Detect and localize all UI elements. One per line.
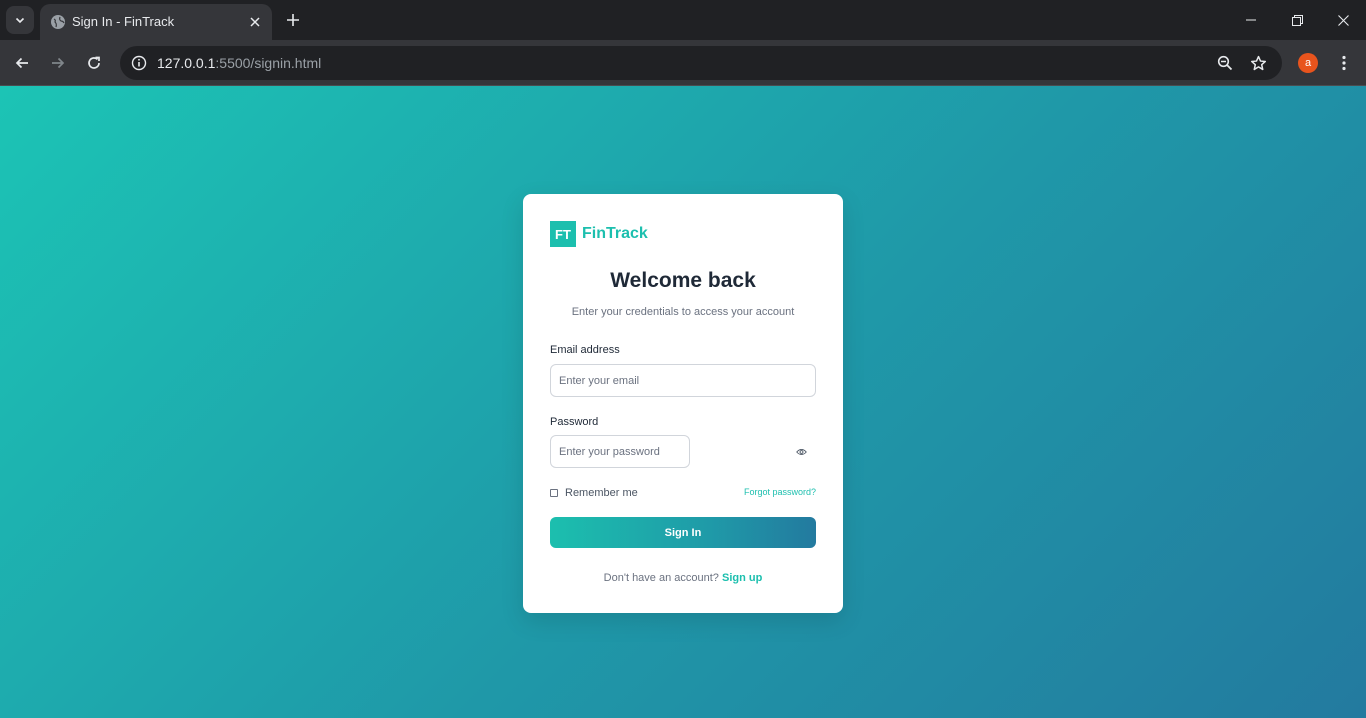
zoom-button[interactable] [1213, 51, 1237, 75]
chevron-down-icon [15, 17, 25, 24]
kebab-menu-icon [1342, 55, 1346, 71]
restore-icon [1291, 14, 1303, 26]
bookmark-button[interactable] [1246, 51, 1270, 75]
email-input[interactable] [550, 364, 816, 397]
remember-checkbox[interactable] [550, 489, 558, 497]
browser-toolbar: 127.0.0.1:5500/signin.html a [0, 40, 1366, 86]
page-title: Welcome back [610, 269, 756, 292]
address-bar[interactable]: 127.0.0.1:5500/signin.html [120, 46, 1282, 80]
forward-button[interactable] [43, 48, 73, 78]
site-info-button[interactable] [126, 50, 152, 76]
remember-me[interactable]: Remember me [550, 487, 638, 499]
browser-menu-button[interactable] [1332, 51, 1356, 75]
window-minimize-button[interactable] [1228, 0, 1274, 40]
close-icon [250, 17, 260, 27]
tab-search-button[interactable] [6, 6, 34, 34]
reload-icon [88, 56, 100, 69]
new-tab-button[interactable] [282, 9, 304, 31]
tab-title: Sign In - FinTrack [72, 14, 175, 29]
back-button[interactable] [7, 48, 37, 78]
minimize-icon [1246, 19, 1256, 21]
eye-icon [795, 448, 807, 456]
sign-in-button[interactable]: Sign In [550, 517, 816, 548]
signin-card: FT FinTrack Welcome back Enter your cred… [523, 194, 843, 613]
forgot-password-link[interactable]: Forgot password? [744, 487, 816, 497]
tab-strip: Sign In - FinTrack [0, 0, 1366, 40]
globe-icon [51, 15, 65, 29]
signup-row: Don't have an account? Sign up [523, 572, 843, 584]
star-icon [1250, 55, 1266, 70]
url-text[interactable]: 127.0.0.1:5500/signin.html [157, 55, 321, 71]
sign-up-link[interactable]: Sign up [722, 572, 762, 584]
arrow-right-icon [52, 57, 65, 69]
password-label: Password [550, 416, 599, 428]
close-icon [1337, 14, 1349, 26]
email-label: Email address [550, 344, 620, 356]
plus-icon [287, 14, 299, 26]
window-restore-button[interactable] [1274, 0, 1320, 40]
reload-button[interactable] [79, 48, 109, 78]
brand-logo: FT FinTrack [550, 221, 648, 247]
page-subtitle: Enter your credentials to access your ac… [571, 306, 795, 318]
signup-prompt: Don't have an account? [603, 572, 719, 584]
brand-name: FinTrack [582, 225, 648, 242]
profile-avatar[interactable]: a [1298, 53, 1318, 73]
url-host: 127.0.0.1 [157, 55, 216, 71]
password-toggle-button[interactable] [794, 445, 808, 459]
logo-mark: FT [550, 221, 576, 247]
arrow-left-icon [15, 57, 28, 69]
browser-tab-active[interactable]: Sign In - FinTrack [40, 4, 272, 40]
page-viewport: FT FinTrack Welcome back Enter your cred… [0, 86, 1366, 718]
password-input[interactable] [550, 435, 690, 468]
zoom-out-icon [1217, 55, 1233, 71]
tab-close-button[interactable] [246, 13, 264, 31]
info-icon [131, 55, 147, 71]
remember-label: Remember me [565, 487, 638, 499]
window-close-button[interactable] [1320, 0, 1366, 40]
url-path: :5500/signin.html [215, 55, 322, 71]
